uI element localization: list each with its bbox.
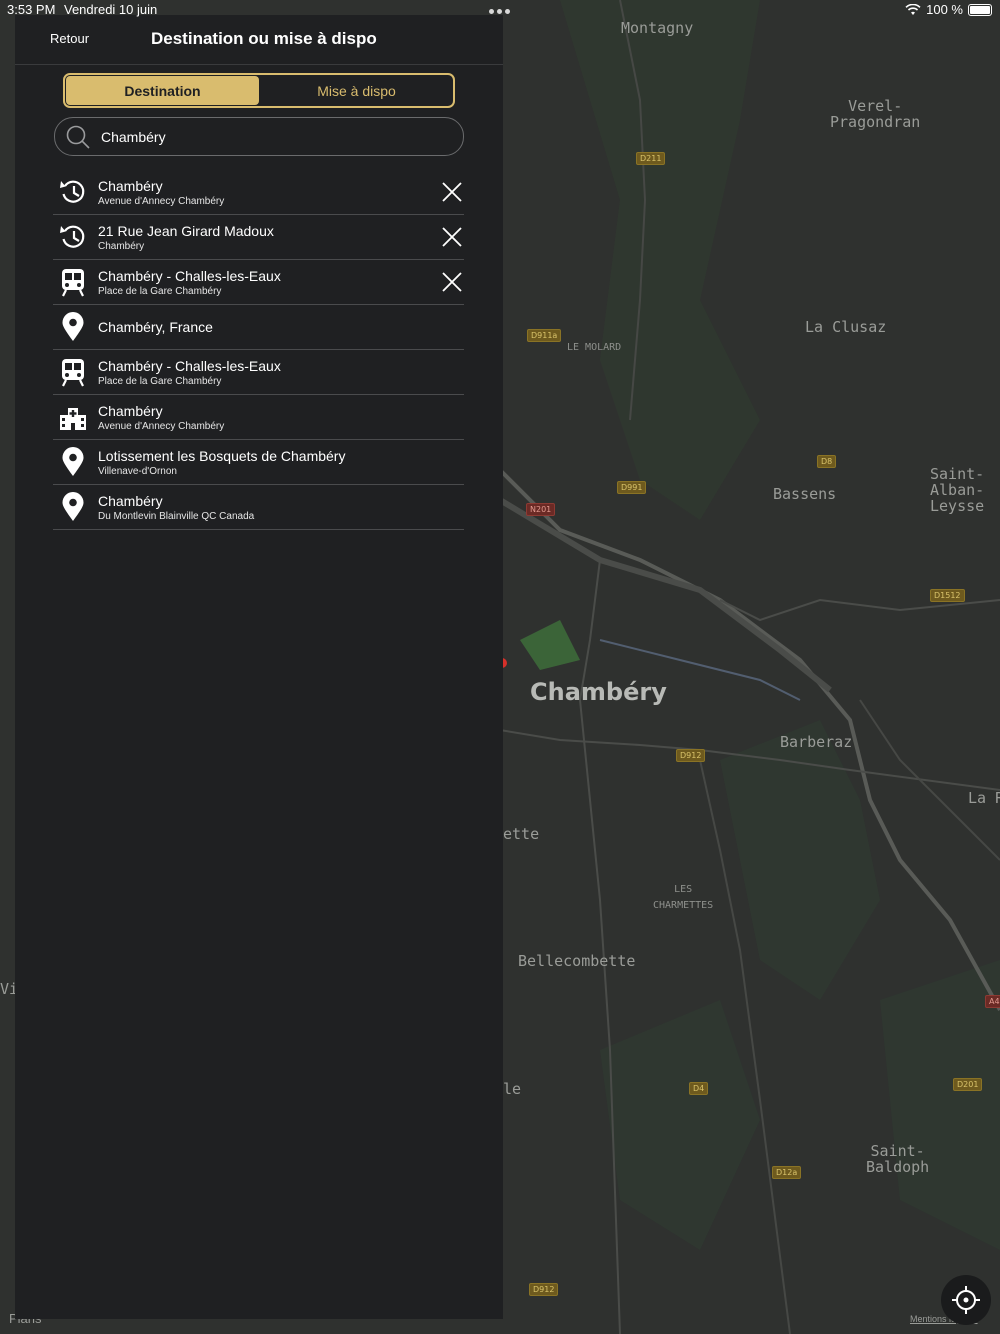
result-title: Chambéry - Challes-les-Eaux [98,358,281,374]
search-icon [66,125,90,149]
result-title: Chambéry [98,178,163,194]
road-badge: D912 [676,749,706,762]
list-item[interactable]: Chambéry - Challes-les-Eaux Place de la … [53,350,464,395]
map-place-label: Verel- Pragondran [830,97,921,131]
back-button[interactable]: Retour [50,31,89,46]
road-badge: D911a [527,329,562,342]
list-item[interactable]: Chambéry, France [53,305,464,350]
road-badge: A4 [985,995,1000,1008]
result-title: Chambéry [98,403,163,419]
location-pin-icon [62,447,84,476]
road-badge: D4 [689,1082,709,1095]
result-subtitle: Chambéry [98,241,145,252]
panel-header: Retour Destination ou mise à dispo [15,15,503,65]
map-place-label: Bellecombette [518,952,636,970]
crosshair-icon [952,1286,980,1314]
search-field [54,117,464,156]
location-pin-icon [62,312,84,341]
list-item[interactable]: Chambéry Avenue d'Annecy Chambéry [53,170,464,215]
close-icon[interactable] [440,225,464,249]
road-badge: D991 [617,481,647,494]
result-title: Chambéry - Challes-les-Eaux [98,268,281,284]
map-place-label: Saint- Alban- Leysse [930,465,985,515]
close-icon[interactable] [440,180,464,204]
results-list: Chambéry Avenue d'Annecy Chambéry 21 Rue… [53,170,464,530]
result-subtitle: Avenue d'Annecy Chambéry [98,421,225,432]
hospital-icon [60,408,86,430]
result-subtitle: Place de la Gare Chambéry [98,286,222,297]
road-badge: D8 [817,455,837,468]
list-item[interactable]: Lotissement les Bosquets de Chambéry Vil… [53,440,464,485]
status-time: 3:53 PM [7,2,56,17]
list-item[interactable]: Chambéry Du Montlevin Blainville QC Cana… [53,485,464,530]
result-title: 21 Rue Jean Girard Madoux [98,223,274,239]
road-badge: D912 [529,1283,559,1296]
map-place-label: LE MOLARD [567,342,622,353]
result-subtitle: Avenue d'Annecy Chambéry [98,196,225,207]
locate-me-button[interactable] [941,1275,991,1325]
result-subtitle: Place de la Gare Chambéry [98,376,222,387]
status-date: Vendredi 10 juin [64,2,158,17]
page-title: Destination ou mise à dispo [151,29,377,48]
mode-segmented-control: Destination Mise à dispo [63,73,455,108]
location-pin-icon [62,492,84,521]
result-subtitle: Villenave-d'Ornon [98,466,177,477]
result-title: Chambéry [98,493,163,509]
list-item[interactable]: Chambéry - Challes-les-Eaux Place de la … [53,260,464,305]
road-badge: D201 [953,1078,983,1091]
map-place-label: La Clusaz [805,318,887,336]
search-input[interactable] [99,127,443,146]
map-place-label: LES CHARMETTES [653,884,714,911]
train-icon [62,359,84,387]
battery-percent: 100 % [926,2,963,17]
map-place-label: Montagny [621,19,694,37]
result-subtitle: Du Montlevin Blainville QC Canada [98,511,255,522]
road-badge: N201 [526,503,556,516]
map-place-label: La R [968,789,1000,807]
wifi-icon [905,3,921,15]
road-badge: D12a [772,1166,802,1179]
map-city-label: Chambéry [530,678,667,706]
status-indicators: 100 % [905,2,992,17]
road-badge: D211 [636,152,666,165]
tab-mise-a-dispo[interactable]: Mise à dispo [260,75,453,106]
map-place-label: le [503,1080,522,1098]
list-item[interactable]: Chambéry Avenue d'Annecy Chambéry [53,395,464,440]
map-place-label: Saint- Baldoph [866,1142,930,1176]
result-title: Chambéry, France [98,319,213,335]
map-place-label: ette [503,825,540,843]
destination-panel: Retour Destination ou mise à dispo Desti… [15,15,503,1319]
battery-icon [968,3,992,16]
map-place-label: Barberaz [780,733,853,751]
history-icon [60,180,85,203]
list-item[interactable]: 21 Rue Jean Girard Madoux Chambéry [53,215,464,260]
multitasking-handle[interactable] [489,9,510,14]
train-icon [62,269,84,297]
result-title: Lotissement les Bosquets de Chambéry [98,448,346,464]
close-icon[interactable] [440,270,464,294]
tab-destination[interactable]: Destination [66,76,259,105]
road-badge: D1512 [930,589,965,602]
history-icon [60,225,85,248]
map-place-label: Bassens [773,485,837,503]
